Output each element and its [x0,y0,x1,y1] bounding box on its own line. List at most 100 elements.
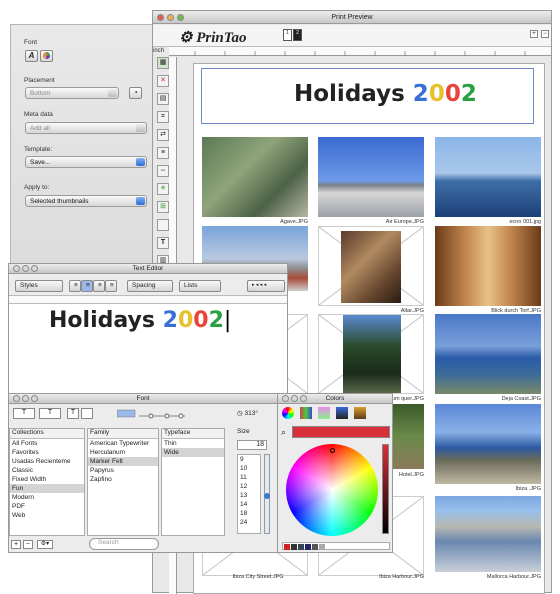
arrows-tool-icon[interactable]: ⇔ [157,165,169,177]
photo-thumbnail[interactable] [318,137,424,217]
remove-collection-button[interactable]: − [23,540,33,549]
photo-thumbnail[interactable] [343,315,401,393]
crayons-mode-icon[interactable] [354,407,366,419]
page-header-textbox[interactable]: Holidays 2002 [201,68,534,124]
styles-popup[interactable]: Styles [15,280,63,292]
magnifier-icon[interactable]: ⌕ [281,427,286,438]
typeface-list[interactable]: Typeface Thin Wide [161,428,225,536]
size-slider-thumb[interactable] [264,493,270,499]
collection-item[interactable]: All Fonts [10,439,84,448]
image-tool-icon[interactable]: ▦ [157,57,169,69]
color-swatch-well[interactable] [282,542,390,550]
typeface-item[interactable]: Thin [162,439,224,448]
image-palettes-mode-icon[interactable] [336,407,348,419]
align-justify-icon[interactable]: ≡ [93,280,105,292]
collection-item[interactable]: Favorites [10,448,84,457]
crop-tool-icon[interactable]: ⌗ [157,111,169,123]
zoom-button[interactable] [31,395,38,402]
underline-button[interactable]: T [13,408,35,419]
collection-item[interactable]: Web [10,511,84,520]
size-item[interactable]: 14 [238,500,260,509]
zoom-button[interactable] [31,265,38,272]
zoom-out-icon[interactable]: − [541,30,549,38]
family-item[interactable]: Herculanum [88,448,158,457]
minimize-button[interactable] [22,265,29,272]
text-tool-icon[interactable]: T [157,237,169,249]
color-wheel-button[interactable] [40,50,53,62]
spacing-popup[interactable]: Spacing [127,280,173,292]
color-wheel-mode-icon[interactable] [282,407,294,419]
size-slider[interactable] [264,454,270,534]
placement-select[interactable]: Bottom [25,87,119,99]
photo-thumbnail[interactable] [202,137,308,217]
align-left-icon[interactable]: ≡ [69,280,81,292]
page-one-button[interactable]: 1 [283,29,292,41]
color-palettes-mode-icon[interactable] [318,407,330,419]
remove-tool-icon[interactable]: ✕ [157,75,169,87]
collection-item[interactable]: PDF [10,502,84,511]
photo-thumbnail[interactable] [435,496,541,572]
size-item[interactable]: 11 [238,473,260,482]
collection-item[interactable]: Fixed Width [10,475,84,484]
image-placeholder[interactable] [318,226,424,306]
family-item[interactable]: Papyrus [88,466,158,475]
photo-thumbnail[interactable] [435,137,541,217]
photo-thumbnail[interactable] [435,404,541,484]
size-item[interactable]: 10 [238,464,260,473]
zoom-button[interactable] [177,14,184,21]
size-field[interactable]: 18 [237,440,267,450]
brightness-slider[interactable] [382,444,389,534]
lists-popup[interactable]: Lists [179,280,221,292]
shuffle-tool-icon[interactable]: ⇄ [157,129,169,141]
meta-data-select[interactable]: Add all [25,122,147,134]
text-editor-content[interactable]: Holidays 2002| [49,308,231,333]
close-button[interactable] [282,395,289,402]
page-tool-icon[interactable]: ▤ [157,93,169,105]
star-tool-icon[interactable]: ✳ [157,183,169,195]
family-item[interactable]: Zapfino [88,475,158,484]
align-right-icon[interactable]: ≡ [105,280,117,292]
placement-position-button[interactable]: ◔ [129,87,142,99]
image-placeholder[interactable] [318,314,424,394]
typeface-item[interactable]: Wide [162,448,224,457]
color-wheel[interactable] [286,444,378,536]
collection-item[interactable]: Usadas Recienteme [10,457,84,466]
font-search-field[interactable]: Search [89,538,159,550]
photo-thumbnail[interactable] [435,314,541,394]
zoom-button[interactable] [300,395,307,402]
color-sliders-mode-icon[interactable] [300,407,312,419]
photo-thumbnail[interactable] [341,231,401,303]
close-button[interactable] [13,395,20,402]
zoom-in-icon[interactable]: + [530,30,538,38]
text-color-button[interactable]: T [67,408,79,419]
size-item[interactable]: 13 [238,491,260,500]
collections-list[interactable]: Collections All Fonts Favorites Usadas Rec… [9,428,85,536]
size-item[interactable]: 9 [238,455,260,464]
minimize-button[interactable] [291,395,298,402]
align-center-icon[interactable]: ≡ [81,280,93,292]
collection-item[interactable]: Fun [10,484,84,493]
size-list[interactable]: 9 10 11 12 13 14 18 24 [237,454,261,534]
size-item[interactable]: 12 [238,482,260,491]
family-item[interactable]: Marker Felt [88,457,158,466]
template-select[interactable]: Save... [25,156,147,168]
current-color-swatch[interactable] [292,426,390,438]
tab-stops-control[interactable]: ▸ ◂ ◂ ◂ [247,280,285,292]
strikethrough-button[interactable]: T [39,408,61,419]
close-button[interactable] [157,14,164,21]
size-item[interactable]: 18 [238,509,260,518]
close-button[interactable] [13,265,20,272]
size-item[interactable]: 24 [238,518,260,527]
grid-tool-icon[interactable]: ⊞ [157,201,169,213]
text-editor-ruler[interactable] [9,296,287,304]
blank-tool-icon[interactable] [157,219,169,231]
collection-item[interactable]: Modern [10,493,84,502]
action-menu-button[interactable]: ⚙▾ [37,540,53,549]
color-wheel-picker[interactable] [330,448,335,453]
page-two-button[interactable]: 2 [293,29,302,41]
family-list[interactable]: Family American Typewriter Herculanum Mark… [87,428,159,536]
horizontal-ruler[interactable] [169,47,551,56]
apply-to-select[interactable]: Selected thumbnails [25,195,147,207]
align-tool-icon[interactable]: ≡ [157,147,169,159]
photo-thumbnail[interactable] [435,226,541,306]
